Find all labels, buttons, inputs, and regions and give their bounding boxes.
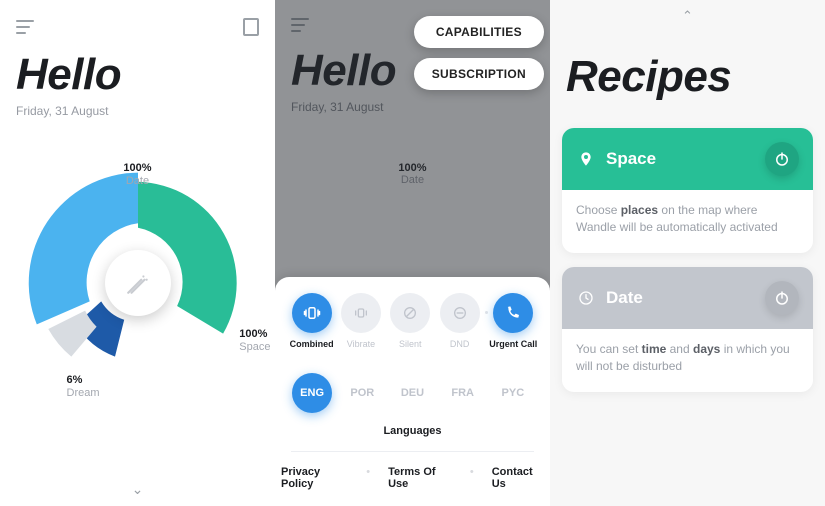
recipe-card-desc: Choose places on the map where Wandle wi…: [562, 190, 813, 253]
menu-panel: Hello Friday, 31 August 100% Date CAPABI…: [275, 0, 550, 506]
recipes-panel: ⌃ Recipes Space Choose places on the map…: [550, 0, 825, 506]
page-title: Recipes: [550, 24, 825, 120]
header-dropdown: CAPABILITIES SUBSCRIPTION: [414, 16, 544, 90]
recipe-card-desc: You can set time and days in which you w…: [562, 329, 813, 392]
bottom-sheet: Combined Vibrate Silent DND Urgent Call …: [275, 277, 550, 506]
chart-label-space: 100% Space: [239, 328, 270, 354]
page-date: Friday, 31 August: [0, 104, 275, 118]
power-icon: [773, 150, 791, 168]
menu-icon[interactable]: [16, 20, 36, 34]
recipe-card-space[interactable]: Space Choose places on the map where Wan…: [562, 128, 813, 253]
capabilities-button[interactable]: CAPABILITIES: [414, 16, 544, 48]
silent-icon: [402, 305, 418, 321]
mode-urgent-call[interactable]: Urgent Call: [489, 293, 537, 349]
chart-label-date: 100% Date: [123, 162, 151, 188]
wand-icon: [125, 270, 151, 296]
chart-center-button[interactable]: [105, 250, 171, 316]
language-row: ENG POR DEU FRA PYC: [281, 365, 544, 419]
languages-title: Languages: [281, 419, 544, 451]
vibrate-icon: [353, 305, 369, 321]
lang-pyc[interactable]: PYC: [493, 373, 533, 413]
privacy-link[interactable]: Privacy Policy: [281, 466, 348, 490]
clock-icon: [576, 290, 596, 306]
phone-icon: [505, 305, 521, 321]
mode-combined[interactable]: Combined: [288, 293, 336, 349]
subscription-button[interactable]: SUBSCRIPTION: [414, 58, 544, 90]
dnd-icon: [452, 305, 468, 321]
recipe-card-date[interactable]: Date You can set time and days in which …: [562, 267, 813, 392]
pin-icon: [576, 151, 596, 167]
bookmark-icon[interactable]: [243, 18, 259, 36]
chart-label-dream: 6% Dream: [67, 374, 100, 400]
lang-eng[interactable]: ENG: [292, 373, 332, 413]
page-title: Hello: [0, 36, 275, 104]
donut-chart: 100% Date 100% Space 6% Dream: [23, 168, 253, 398]
lang-deu[interactable]: DEU: [392, 373, 432, 413]
menu-icon[interactable]: [291, 18, 311, 32]
mode-dnd[interactable]: DND: [436, 293, 484, 349]
mode-row: Combined Vibrate Silent DND Urgent Call: [281, 293, 544, 365]
terms-link[interactable]: Terms Of Use: [388, 466, 452, 490]
footer-links: Privacy Policy • Terms Of Use • Contact …: [281, 452, 544, 492]
lang-fra[interactable]: FRA: [443, 373, 483, 413]
chevron-up-icon[interactable]: ⌃: [550, 0, 825, 24]
contact-link[interactable]: Contact Us: [492, 466, 544, 490]
home-panel: Hello Friday, 31 August 100% Date 100% S…: [0, 0, 275, 506]
lang-por[interactable]: POR: [342, 373, 382, 413]
power-button-date[interactable]: [765, 281, 799, 315]
vibrate-icon: [303, 304, 321, 322]
power-icon: [773, 289, 791, 307]
mode-silent[interactable]: Silent: [386, 293, 434, 349]
page-date: Friday, 31 August: [275, 100, 550, 114]
chevron-down-icon[interactable]: ⌄: [132, 481, 144, 498]
mode-vibrate[interactable]: Vibrate: [337, 293, 385, 349]
separator-dot: [485, 311, 488, 314]
power-button-space[interactable]: [765, 142, 799, 176]
